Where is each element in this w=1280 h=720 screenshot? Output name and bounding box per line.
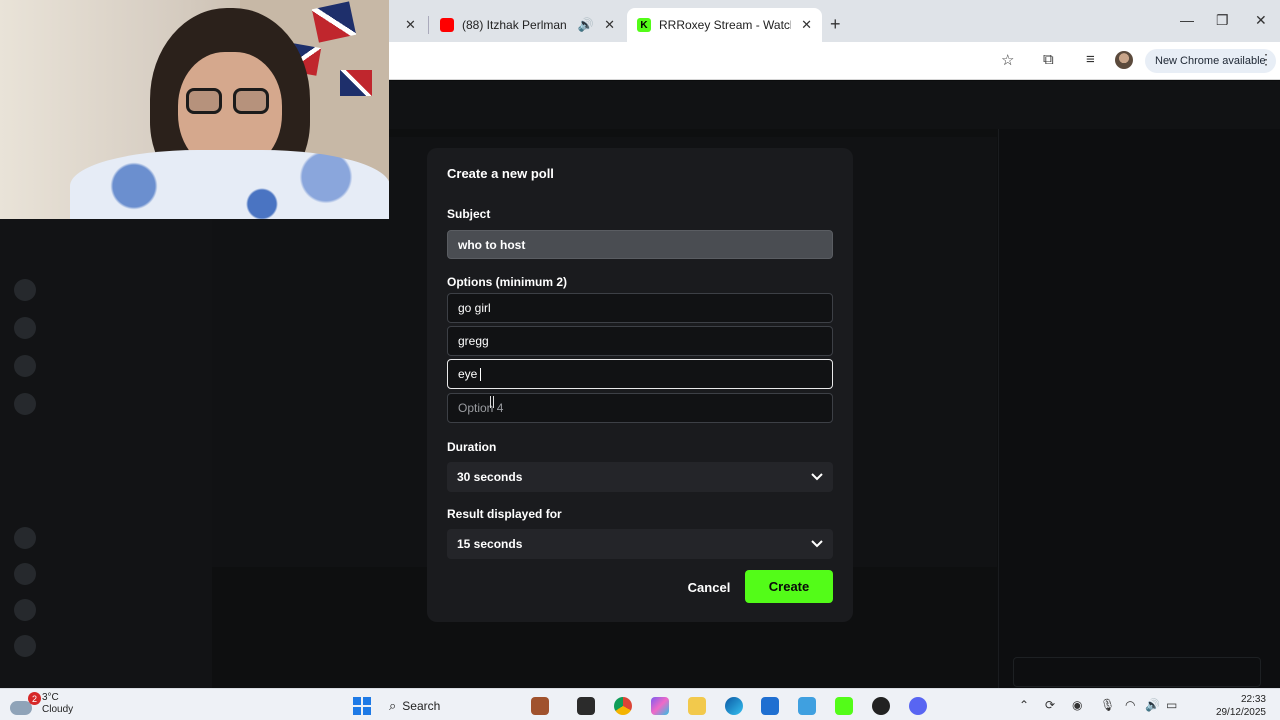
star-icon[interactable]: ☆ — [1001, 51, 1014, 69]
battery-icon[interactable]: ▭ — [1166, 698, 1177, 712]
result-duration-value: 15 seconds — [457, 537, 523, 551]
text-caret — [480, 367, 482, 381]
app-tray-icon[interactable]: ◉ — [1072, 698, 1082, 712]
chrome-icon[interactable] — [614, 697, 632, 715]
search-label: Search — [402, 699, 441, 713]
speaker-icon[interactable]: 🔊 — [578, 17, 594, 33]
close-icon[interactable]: ✕ — [801, 17, 812, 33]
weather-desc: Cloudy — [42, 704, 74, 715]
chevron-down-icon — [811, 473, 823, 481]
close-icon[interactable]: ✕ — [604, 17, 615, 33]
edge-icon[interactable] — [725, 697, 743, 715]
microphone-icon[interactable]: 🎙 — [1100, 698, 1115, 712]
copilot-icon[interactable] — [651, 697, 669, 715]
mouse-text-cursor — [490, 396, 494, 408]
store-icon[interactable] — [761, 697, 779, 715]
cloud-icon — [10, 701, 32, 715]
clock-time: 22:33 — [1240, 694, 1266, 705]
tab-kick[interactable]: K RRRoxey Stream - Watch Live o ✕ — [627, 8, 822, 42]
new-chrome-button[interactable]: New Chrome available — [1145, 49, 1276, 73]
subject-label: Subject — [447, 207, 491, 221]
duration-select[interactable]: 30 seconds — [447, 462, 833, 492]
option-3-input[interactable]: eye — [447, 359, 833, 389]
sync-icon[interactable]: ⟳ — [1045, 698, 1055, 712]
system-clock[interactable]: 22:33 29/12/2025 — [1206, 693, 1266, 719]
modal-title: Create a new poll — [447, 166, 554, 181]
kick-app-icon[interactable] — [835, 697, 853, 715]
cancel-button[interactable]: Cancel — [681, 572, 737, 602]
option-3-value: eye — [458, 367, 478, 381]
close-icon[interactable]: ✕ — [405, 17, 416, 33]
windows-taskbar: 2 3°C Cloudy ⌕ Search ⌃ ⟳ ◉ 🎙 ◠ 🔊 ▭ 22:3… — [0, 688, 1280, 720]
subject-value: who to host — [458, 237, 526, 252]
chevron-down-icon — [811, 540, 823, 548]
option-4-field[interactable] — [458, 401, 822, 415]
close-window-icon[interactable]: ✕ — [1255, 12, 1267, 29]
menu-icon[interactable]: ⋮ — [1259, 51, 1273, 68]
photos-icon[interactable] — [798, 697, 816, 715]
violin-app-icon[interactable] — [531, 697, 549, 715]
options-label: Options (minimum 2) — [447, 275, 567, 289]
tab-youtube[interactable]: (88) Itzhak Perlman - Pablo 🔊 ✕ — [430, 8, 625, 42]
webcam-overlay — [0, 0, 389, 219]
create-button[interactable]: Create — [745, 570, 833, 603]
clock-date: 29/12/2025 — [1215, 707, 1266, 718]
taskbar-search[interactable]: ⌕ Search — [389, 695, 440, 717]
tab-title: RRRoxey Stream - Watch Live o — [659, 18, 791, 32]
minimize-icon[interactable]: — — [1180, 12, 1194, 28]
tab-partial[interactable]: ✕ — [389, 8, 429, 42]
option-2-value: gregg — [458, 334, 489, 348]
subject-input[interactable]: who to host — [447, 230, 833, 259]
chat-panel — [998, 129, 1280, 688]
option-2-input[interactable]: gregg — [447, 326, 833, 356]
duration-value: 30 seconds — [457, 470, 523, 484]
notification-badge: 2 — [28, 692, 41, 705]
weather-temp: 3°C — [42, 692, 59, 703]
wifi-icon[interactable]: ◠ — [1125, 698, 1135, 712]
option-1-input[interactable]: go girl — [447, 293, 833, 323]
create-poll-modal: Create a new poll Subject who to host Op… — [427, 148, 853, 622]
new-tab-icon[interactable]: + — [830, 14, 841, 35]
media-icon[interactable]: ≡ — [1086, 51, 1095, 68]
obs-icon[interactable] — [872, 697, 890, 715]
profile-avatar[interactable] — [1115, 51, 1133, 69]
youtube-icon — [440, 18, 454, 32]
tab-title: (88) Itzhak Perlman - Pablo — [462, 18, 570, 32]
result-label: Result displayed for — [447, 507, 562, 521]
extensions-icon[interactable]: ⧉ — [1043, 51, 1054, 68]
chevron-up-icon[interactable]: ⌃ — [1019, 698, 1029, 712]
option-1-value: go girl — [458, 301, 491, 315]
windows-start-icon[interactable] — [353, 697, 371, 715]
restore-icon[interactable]: ❐ — [1216, 12, 1229, 29]
option-4-input[interactable] — [447, 393, 833, 423]
discord-icon[interactable] — [909, 697, 927, 715]
volume-icon[interactable]: 🔊 — [1145, 698, 1160, 712]
duration-label: Duration — [447, 440, 497, 454]
task-view-icon[interactable] — [577, 697, 595, 715]
file-explorer-icon[interactable] — [688, 697, 706, 715]
search-icon: ⌕ — [389, 698, 397, 713]
result-duration-select[interactable]: 15 seconds — [447, 529, 833, 559]
kick-icon: K — [637, 18, 651, 32]
weather-widget[interactable]: 2 3°C Cloudy — [10, 692, 73, 716]
